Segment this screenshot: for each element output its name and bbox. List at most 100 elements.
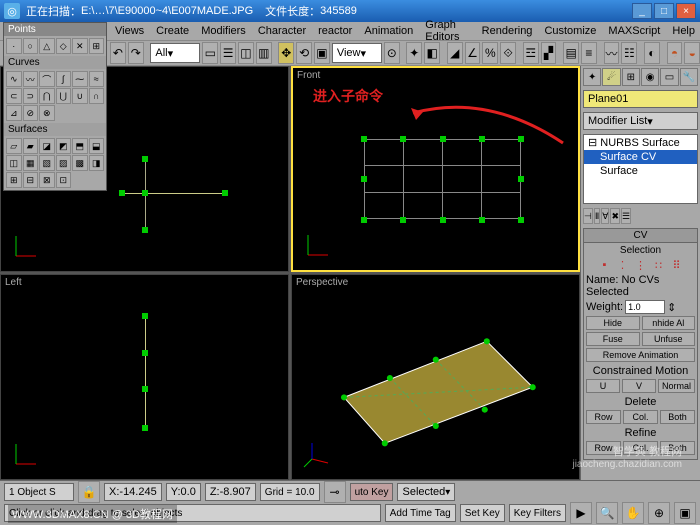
viewport-perspective[interactable]: Perspective — [291, 274, 580, 480]
cv-tool[interactable]: ⌒ — [39, 71, 55, 87]
cv-tool[interactable]: 〰 — [23, 71, 39, 87]
align-button[interactable]: ▤ — [563, 42, 579, 64]
unfuse-button[interactable]: Unfuse — [642, 332, 696, 346]
mirror-button[interactable]: ▞ — [541, 42, 557, 64]
play-button[interactable]: ▶ — [570, 502, 592, 524]
select-region-button[interactable]: ◫ — [238, 42, 254, 64]
ref-row-button[interactable]: Row — [586, 441, 621, 455]
del-both-button[interactable]: Both — [660, 410, 695, 424]
pt-tool[interactable]: ◇ — [56, 38, 72, 54]
display-tab[interactable]: ▭ — [660, 68, 678, 86]
move-button[interactable]: ✥ — [278, 42, 294, 64]
select-name-button[interactable]: ☰ — [220, 42, 236, 64]
sf-tool[interactable]: ⊡ — [56, 172, 72, 188]
maximize-button[interactable]: □ — [654, 3, 674, 19]
pt-tool[interactable]: ○ — [23, 38, 39, 54]
nav-zoom-button[interactable]: 🔍 — [596, 502, 618, 524]
minimize-button[interactable]: _ — [632, 3, 652, 19]
create-tab[interactable]: ✦ — [583, 68, 601, 86]
cv-tool[interactable]: ⊘ — [23, 105, 39, 121]
sel-rowcv-icon[interactable]: ∷ — [652, 258, 666, 272]
menu-create[interactable]: Create — [151, 25, 194, 37]
menu-views[interactable]: Views — [110, 25, 149, 37]
hide-button[interactable]: Hide — [586, 316, 640, 330]
modifier-list-dropdown[interactable]: Modifier List ▾ — [583, 112, 698, 130]
normal-button[interactable]: Normal — [658, 379, 695, 393]
menu-animation[interactable]: Animation — [359, 25, 418, 37]
ref-col-button[interactable]: Col. — [623, 441, 658, 455]
menu-maxscript[interactable]: MAXScript — [603, 25, 665, 37]
center-button[interactable]: ⊙ — [384, 42, 400, 64]
undo-button[interactable]: ↶ — [110, 42, 126, 64]
cv-tool[interactable]: ⊿ — [6, 105, 22, 121]
close-button[interactable]: × — [676, 3, 696, 19]
cv-tool[interactable]: ⋂ — [39, 88, 55, 104]
keymode-button[interactable]: ◧ — [424, 42, 440, 64]
pt-tool[interactable]: △ — [39, 38, 55, 54]
nurbs-toolbox-panel[interactable]: Points ·○△◇✕⊞ Curves ∿〰⌒∫⁓≈ ⊂⊃⋂⋃∪∩ ⊿⊘⊗ S… — [3, 22, 107, 191]
menu-rendering[interactable]: Rendering — [477, 25, 538, 37]
scale-button[interactable]: ▣ — [314, 42, 330, 64]
unique-button[interactable]: ∀ — [601, 208, 609, 224]
motion-tab[interactable]: ◉ — [641, 68, 659, 86]
quick-render-button[interactable]: ◒ — [684, 42, 700, 64]
del-col-button[interactable]: Col. — [623, 410, 658, 424]
weight-input[interactable] — [625, 300, 665, 314]
menu-help[interactable]: Help — [667, 25, 700, 37]
sf-tool[interactable]: ▰ — [23, 138, 39, 154]
menu-customize[interactable]: Customize — [539, 25, 601, 37]
cv-tool[interactable]: ⋃ — [56, 88, 72, 104]
menu-grapheditors[interactable]: Graph Editors — [420, 19, 474, 43]
ref-both-button[interactable]: Both — [660, 441, 695, 455]
spinner-icon[interactable]: ⇕ — [667, 301, 676, 314]
sf-tool[interactable]: ⬓ — [89, 138, 105, 154]
x-coord[interactable]: -14.245 — [119, 486, 156, 498]
key-icon[interactable]: ⊸ — [324, 481, 346, 503]
spinner-snap-button[interactable]: ⟐ — [500, 42, 516, 64]
pt-tool[interactable]: · — [6, 38, 22, 54]
autokey-button[interactable]: uto Key — [350, 483, 394, 501]
snap-button[interactable]: ◢ — [447, 42, 463, 64]
curve-editor-button[interactable]: 〰 — [604, 42, 620, 64]
sf-tool[interactable]: ▦ — [23, 155, 39, 171]
cv-tool[interactable]: ∫ — [56, 71, 72, 87]
percent-snap-button[interactable]: % — [482, 42, 498, 64]
menu-character[interactable]: Character — [253, 25, 311, 37]
menu-modifiers[interactable]: Modifiers — [196, 25, 251, 37]
setkey-button[interactable]: Set Key — [460, 504, 505, 522]
remove-mod-button[interactable]: ✖ — [610, 208, 620, 224]
sf-tool[interactable]: ⊟ — [23, 172, 39, 188]
cv-tool[interactable]: ⊃ — [23, 88, 39, 104]
sel-single-icon[interactable]: ▪ — [598, 258, 612, 272]
stack-nurbs[interactable]: ⊟ NURBS Surface — [584, 135, 697, 150]
menu-reactor[interactable]: reactor — [313, 25, 357, 37]
sf-tool[interactable]: ⬒ — [72, 138, 88, 154]
object-name-field[interactable]: Plane01 — [583, 90, 698, 108]
window-crossing-button[interactable]: ▥ — [256, 42, 272, 64]
cv-tool[interactable]: ≈ — [89, 71, 105, 87]
nav-arc-button[interactable]: ⊕ — [648, 502, 670, 524]
pin-stack-button[interactable]: ⊣ — [583, 208, 593, 224]
fuse-button[interactable]: Fuse — [586, 332, 640, 346]
select-button[interactable]: ▭ — [202, 42, 218, 64]
sf-tool[interactable]: ▨ — [56, 155, 72, 171]
sel-all-icon[interactable]: ⠿ — [670, 258, 684, 272]
keyfilters-button[interactable]: Key Filters — [509, 504, 566, 522]
stack-surfacecv[interactable]: Surface CV — [584, 150, 697, 164]
redo-button[interactable]: ↷ — [128, 42, 144, 64]
modifier-stack[interactable]: ⊟ NURBS Surface Surface CV Surface — [583, 134, 698, 204]
cv-tool[interactable]: ∪ — [72, 88, 88, 104]
remove-animation-button[interactable]: Remove Animation — [586, 348, 695, 362]
pt-tool[interactable]: ⊞ — [89, 38, 105, 54]
unhide-button[interactable]: nhide Al — [642, 316, 696, 330]
manipulate-button[interactable]: ✦ — [406, 42, 422, 64]
sf-tool[interactable]: ◪ — [39, 138, 55, 154]
modify-tab[interactable]: ☄ — [602, 68, 620, 86]
cv-rollout-header[interactable]: CV — [583, 228, 698, 243]
viewport-left[interactable]: Left — [0, 274, 289, 480]
cv-tool[interactable]: ⁓ — [72, 71, 88, 87]
sf-tool[interactable]: ▧ — [39, 155, 55, 171]
sf-tool[interactable]: ⊞ — [6, 172, 22, 188]
viewport-front[interactable]: Front 进入子命令 — [291, 66, 580, 272]
keymode-dropdown[interactable]: Selected ▾ — [397, 483, 455, 501]
